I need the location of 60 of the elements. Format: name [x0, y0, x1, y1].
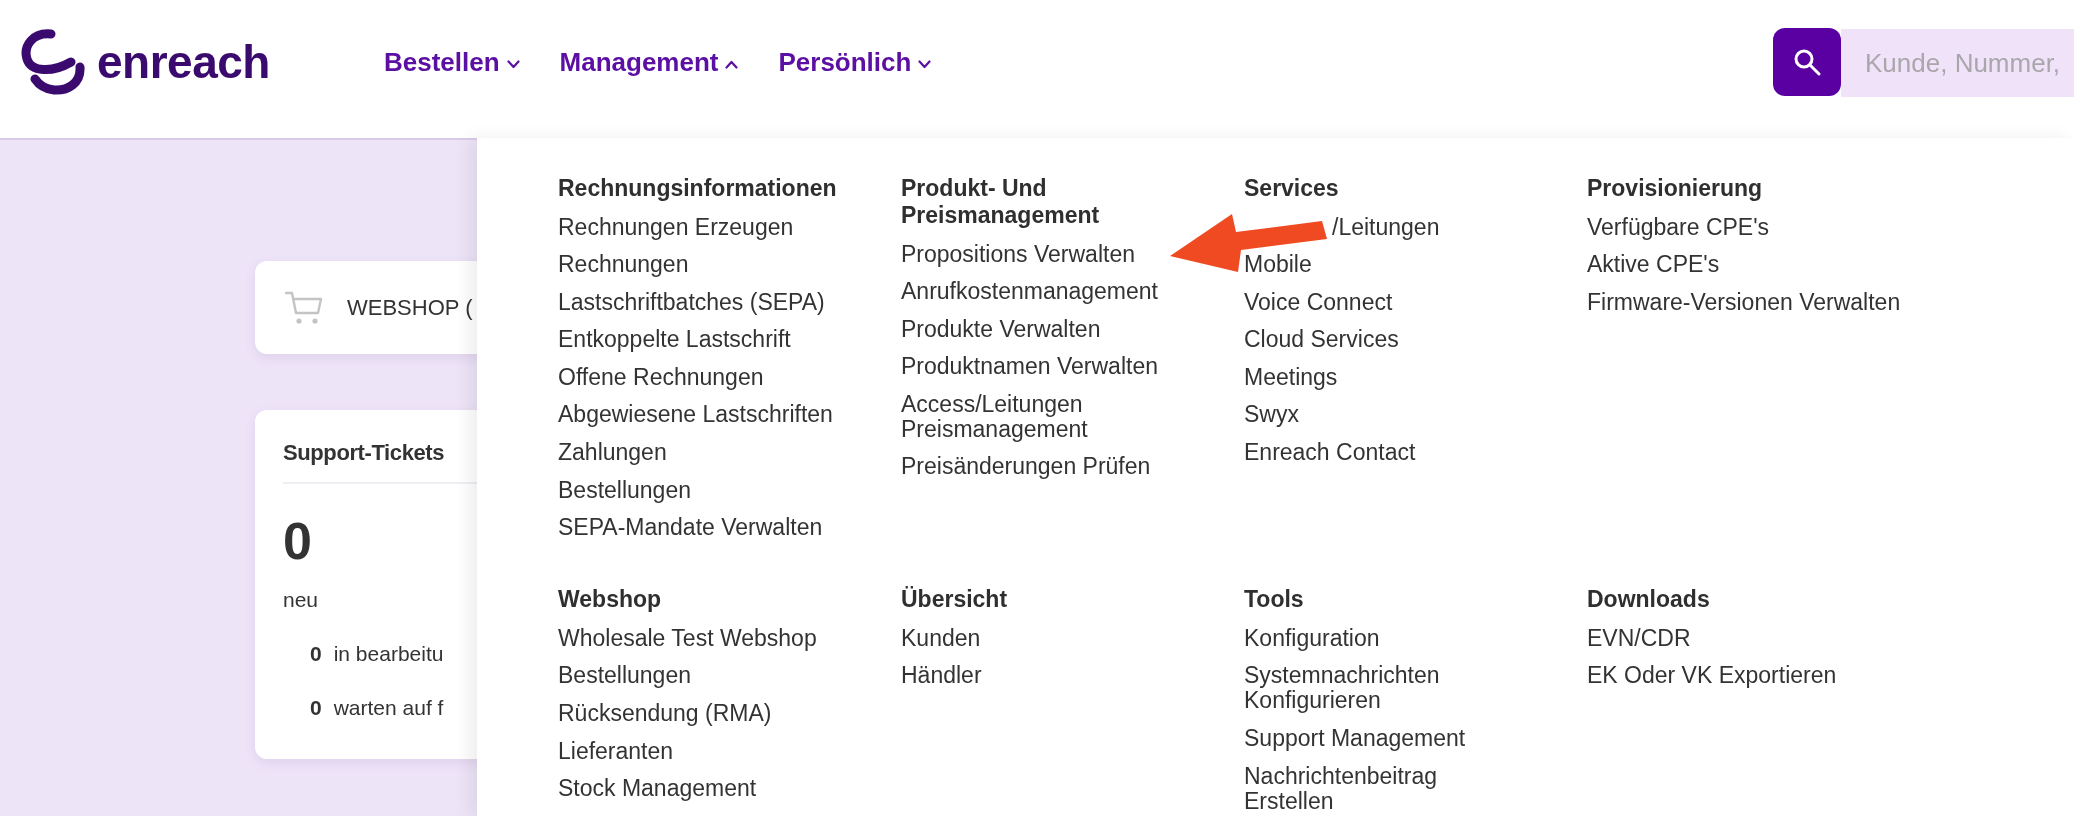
menu-link[interactable]: Bestellungen — [558, 663, 691, 689]
menu-link[interactable]: Enreach Contact — [1244, 440, 1416, 466]
menu-link[interactable]: Konfiguration — [1244, 625, 1380, 651]
nav-menu-button[interactable]: Bestellen — [383, 46, 520, 78]
menu-link[interactable]: Cloud Services — [1244, 327, 1399, 353]
ticket-status-label: in bearbeitu — [333, 641, 444, 667]
ticket-status-label: warten auf f — [333, 695, 444, 721]
logo-wordmark: enreach — [97, 37, 270, 87]
menu-link[interactable]: Meetings — [1244, 364, 1338, 390]
menu-link[interactable]: Händler — [901, 663, 982, 689]
menu-link[interactable]: Voice Connect — [1244, 289, 1393, 315]
menu-link[interactable]: Produkte Verwalten — [901, 316, 1101, 342]
menu-link[interactable]: Anrufkostenmanagement — [901, 279, 1158, 305]
menu-link[interactable]: Nachrichtenbeitrag Erstellen — [1244, 763, 1526, 814]
menu-link[interactable]: Firmware-Versionen Verwalten — [1587, 289, 1901, 315]
search-button[interactable] — [1773, 28, 1841, 96]
menu-link[interactable]: Rechnungen Erzeugen — [558, 214, 794, 240]
menu-link[interactable]: Systemnachrichten Konfigurieren — [1244, 663, 1526, 714]
logo-icon — [20, 29, 86, 95]
menu-link[interactable]: EVN/CDR — [1587, 625, 1691, 651]
menu-section-heading: Webshop — [558, 586, 663, 614]
menu-link[interactable]: Rücksendung (RMA) — [558, 700, 772, 726]
menu-section-heading: Tools — [1244, 586, 1305, 614]
menu-link[interactable]: Mobile — [1244, 252, 1312, 278]
menu-link[interactable]: Produktnamen Verwalten — [901, 354, 1158, 380]
menu-link[interactable]: Propositions Verwalten — [901, 241, 1135, 267]
menu-link[interactable]: Stock Management — [558, 776, 757, 802]
menu-link[interactable]: Offene Rechnungen — [558, 364, 764, 390]
menu-section-heading: Downloads — [1587, 586, 1711, 614]
menu-link[interactable]: Preisänderungen Prüfen — [901, 454, 1151, 480]
menu-section-heading: Services — [1244, 175, 1340, 202]
card-title: Support-Tickets — [283, 439, 445, 466]
shopping-cart-icon — [285, 290, 323, 325]
menu-link[interactable]: Swyx — [1244, 402, 1299, 428]
menu-link[interactable]: Lieferanten — [558, 738, 674, 764]
new-ticket-count: 0 — [283, 513, 312, 569]
ticket-count-label: neu — [283, 587, 319, 613]
menu-section-heading: Übersicht — [901, 586, 1009, 614]
menu-link[interactable]: Abgewiesene Lastschriften — [558, 402, 833, 428]
nav-menu-button[interactable]: Persönlich — [778, 46, 932, 78]
menu-link[interactable]: Bestellungen — [558, 477, 691, 503]
search-field[interactable]: Kunde, Nummer, — [1841, 29, 2074, 97]
menu-link[interactable]: Wholesale Test Webshop — [558, 625, 817, 651]
ticket-count: 0 — [310, 641, 322, 667]
menu-section-heading: Produkt- Und Preismanagement — [901, 175, 1101, 229]
menu-link[interactable]: Support Management — [1244, 725, 1466, 751]
menu-link[interactable]: Aktive CPE's — [1587, 252, 1720, 278]
menu-link[interactable]: EK Oder VK Exportieren — [1587, 663, 1837, 689]
menu-section-heading: Provisionierung — [1587, 175, 1764, 202]
nav-menu-button[interactable]: Management — [559, 46, 739, 78]
menu-link[interactable]: Access/Leitungen Preismanagement — [901, 391, 1183, 442]
menu-link[interactable]: Verfügbare CPE's — [1587, 214, 1770, 240]
menu-link[interactable]: SEPA-Mandate Verwalten — [558, 515, 823, 541]
menu-link[interactable]: Zahlungen — [558, 440, 667, 466]
search-icon — [1793, 48, 1821, 76]
menu-link[interactable]: /Leitungen — [1332, 214, 1440, 240]
ticket-count: 0 — [310, 695, 322, 721]
menu-link[interactable]: Kunden — [901, 625, 981, 651]
webshop-label: WEBSHOP ( — [347, 294, 473, 321]
menu-section-heading: Rechnungsinformationen — [558, 175, 838, 202]
